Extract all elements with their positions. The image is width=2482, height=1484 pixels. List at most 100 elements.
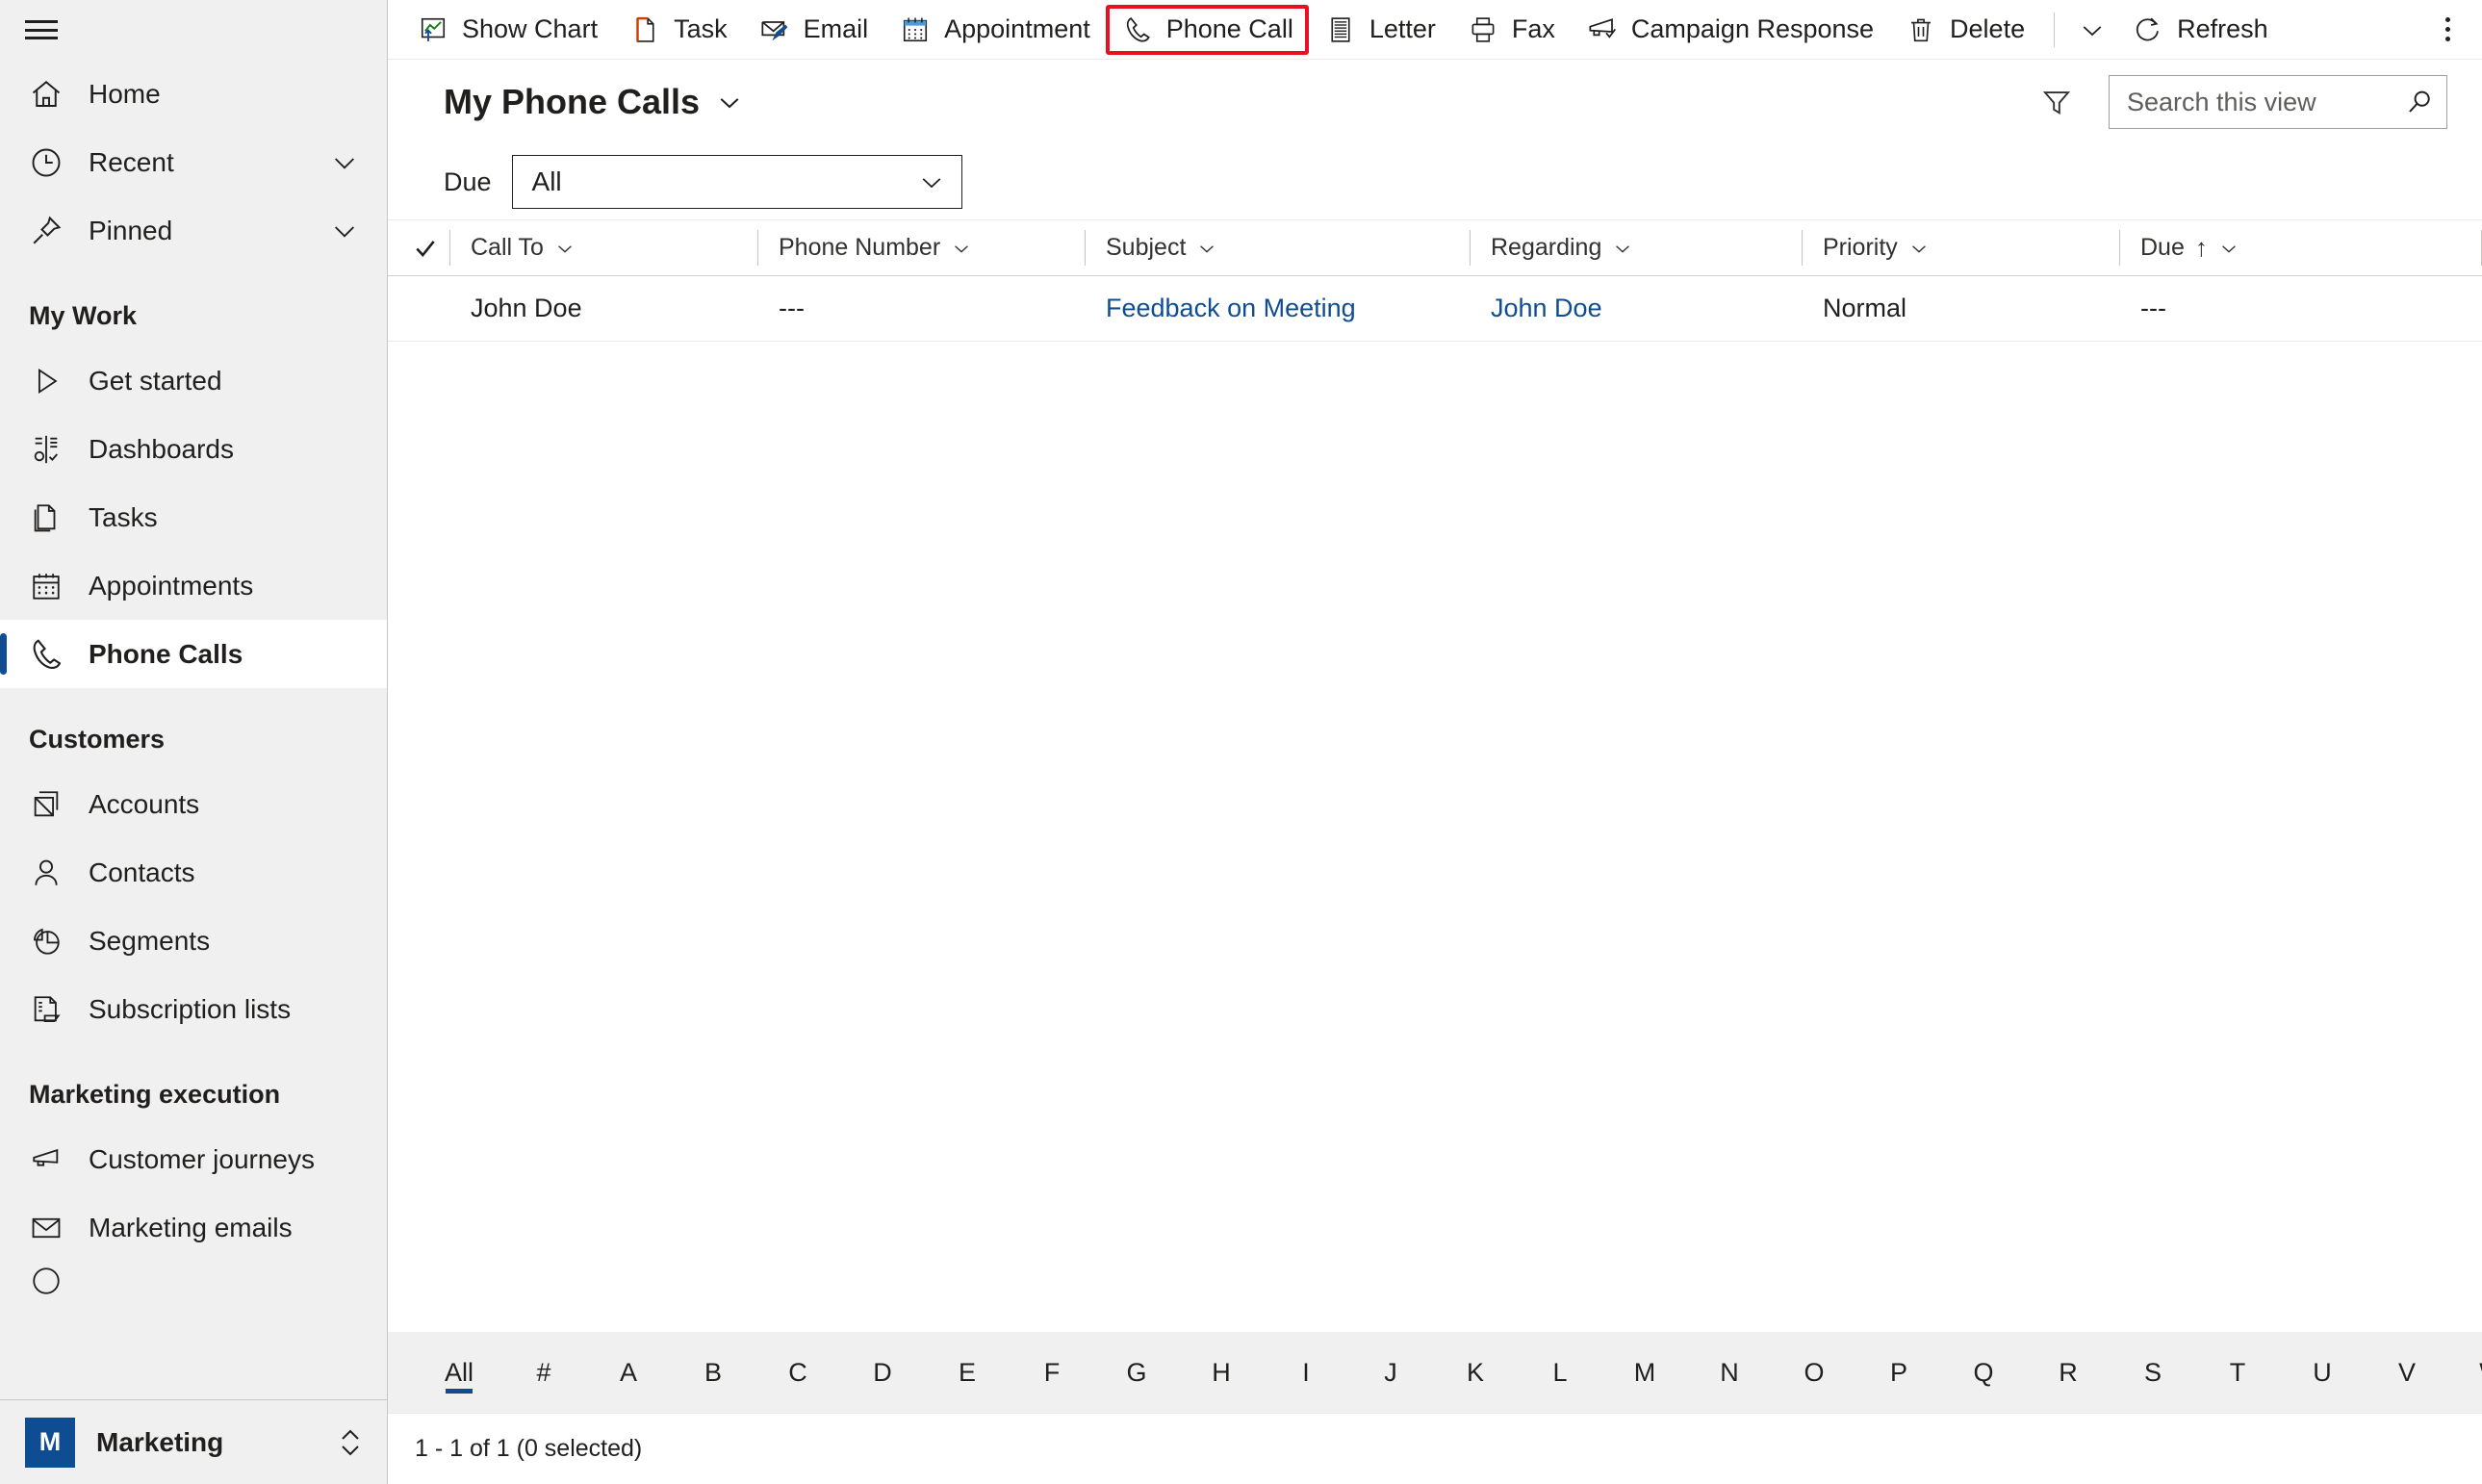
delete-button[interactable]: Delete — [1889, 5, 2040, 55]
sidebar-item-contacts[interactable]: Contacts — [0, 838, 387, 907]
campaign-response-button[interactable]: Campaign Response — [1571, 5, 1889, 55]
alpha-m[interactable]: M — [1602, 1332, 1687, 1413]
alpha-e[interactable]: E — [925, 1332, 1010, 1413]
search-box[interactable] — [2109, 75, 2447, 129]
column-header-priority[interactable]: Priority — [1802, 220, 2119, 275]
select-all-checkbox[interactable] — [388, 220, 449, 275]
alpha-g[interactable]: G — [1094, 1332, 1179, 1413]
sidebar-item-recent[interactable]: Recent — [0, 128, 387, 196]
column-header-subject[interactable]: Subject — [1085, 220, 1470, 275]
alpha-q[interactable]: Q — [1941, 1332, 2026, 1413]
alpha-u[interactable]: U — [2280, 1332, 2365, 1413]
alpha-o[interactable]: O — [1772, 1332, 1856, 1413]
command-label: Letter — [1369, 14, 1436, 43]
sidebar-item-customer-journeys[interactable]: Customer journeys — [0, 1125, 387, 1193]
alpha-h[interactable]: H — [1179, 1332, 1264, 1413]
chevron-down-icon[interactable] — [715, 88, 744, 116]
show-chart-button[interactable]: Show Chart — [401, 5, 613, 55]
alpha-label: U — [2313, 1357, 2332, 1387]
sidebar-item-home[interactable]: Home — [0, 60, 387, 128]
page-title: My Phone Calls — [444, 82, 701, 121]
chevron-down-icon[interactable] — [329, 216, 360, 246]
alpha-a[interactable]: A — [586, 1332, 671, 1413]
alpha-all[interactable]: All — [417, 1332, 501, 1413]
new-task-button[interactable]: Task — [613, 5, 743, 55]
alpha-d[interactable]: D — [840, 1332, 925, 1413]
sidebar-item-label: Segments — [89, 925, 211, 956]
new-fax-button[interactable]: Fax — [1451, 5, 1571, 55]
alpha-r[interactable]: R — [2026, 1332, 2111, 1413]
sidebar-item-appointments[interactable]: Appointments — [0, 551, 387, 620]
hamburger-icon[interactable] — [25, 17, 58, 42]
cell-due: --- — [2140, 294, 2166, 322]
sidebar-item-dashboards[interactable]: Dashboards — [0, 415, 387, 483]
column-header-phone-number[interactable]: Phone Number — [757, 220, 1085, 275]
table-row[interactable]: John Doe --- Feedback on Meeting John Do… — [388, 276, 2482, 342]
sidebar-item-segments[interactable]: Segments — [0, 907, 387, 975]
command-label: Fax — [1511, 14, 1555, 43]
alpha-v[interactable]: V — [2365, 1332, 2449, 1413]
column-header-label: Due — [2140, 234, 2185, 261]
command-label: Refresh — [2177, 14, 2268, 43]
sidebar-item-label: Get started — [89, 365, 222, 396]
search-input[interactable] — [2125, 86, 2396, 118]
command-bar: Show Chart Task Email Appointment Phone … — [388, 0, 2482, 60]
sidebar-item-accounts[interactable]: Accounts — [0, 770, 387, 838]
sidebar-item-label: Contacts — [89, 857, 195, 887]
alpha-p[interactable]: P — [1856, 1332, 1941, 1413]
command-label: Delete — [1950, 14, 2026, 43]
chevron-down-icon[interactable] — [329, 147, 360, 178]
due-filter-dropdown[interactable]: All — [511, 155, 962, 209]
more-commands-chevron-icon[interactable] — [2068, 5, 2116, 55]
cell-regarding[interactable]: John Doe — [1470, 276, 1802, 341]
alpha-l[interactable]: L — [1518, 1332, 1602, 1413]
alpha-s[interactable]: S — [2111, 1332, 2195, 1413]
sidebar-item-phone-calls[interactable]: Phone Calls — [0, 620, 387, 688]
new-letter-button[interactable]: Letter — [1309, 5, 1451, 55]
sidebar-item-label: Home — [89, 78, 161, 109]
sidebar-item-tasks[interactable]: Tasks — [0, 483, 387, 551]
column-header-regarding[interactable]: Regarding — [1470, 220, 1802, 275]
alpha-k[interactable]: K — [1433, 1332, 1518, 1413]
app-switcher[interactable]: M Marketing — [0, 1399, 387, 1484]
app-badge: M — [25, 1417, 75, 1468]
alpha-label: C — [788, 1357, 807, 1387]
alpha-t[interactable]: T — [2195, 1332, 2280, 1413]
alpha-c[interactable]: C — [755, 1332, 840, 1413]
column-header-call-to[interactable]: Call To — [449, 220, 757, 275]
new-email-button[interactable]: Email — [743, 5, 884, 55]
funnel-icon[interactable] — [2030, 75, 2084, 129]
sidebar-item-get-started[interactable]: Get started — [0, 346, 387, 415]
alpha-hash[interactable]: # — [501, 1332, 586, 1413]
cell-call-to: John Doe — [471, 294, 582, 322]
search-icon[interactable] — [2404, 87, 2435, 117]
sidebar-item-label: Tasks — [89, 501, 158, 532]
view-selector[interactable]: My Phone Calls — [444, 82, 744, 122]
alpha-i[interactable]: I — [1264, 1332, 1348, 1413]
due-filter-row: Due All — [388, 144, 2482, 219]
new-appointment-button[interactable]: Appointment — [883, 5, 1106, 55]
new-phone-call-button[interactable]: Phone Call — [1105, 4, 1309, 55]
command-label: Campaign Response — [1630, 14, 1875, 43]
sidebar-item-label: Appointments — [89, 570, 254, 601]
alpha-f[interactable]: F — [1010, 1332, 1094, 1413]
refresh-button[interactable]: Refresh — [2116, 5, 2284, 55]
chevron-down-icon[interactable] — [917, 167, 946, 196]
sidebar-item-marketing-emails[interactable]: Marketing emails — [0, 1193, 387, 1262]
due-filter-label: Due — [444, 166, 492, 196]
sidebar-item-subscription-lists[interactable]: Subscription lists — [0, 975, 387, 1043]
overflow-menu-icon[interactable] — [2426, 5, 2469, 55]
alpha-n[interactable]: N — [1687, 1332, 1772, 1413]
alpha-j[interactable]: J — [1348, 1332, 1433, 1413]
record-count-status: 1 - 1 of 1 (0 selected) — [415, 1435, 643, 1462]
sidebar-item-pinned[interactable]: Pinned — [0, 196, 387, 265]
cell-subject[interactable]: Feedback on Meeting — [1085, 276, 1470, 341]
chevron-down-icon — [1616, 244, 1630, 253]
sidebar-item-label: Customer journeys — [89, 1143, 315, 1174]
column-header-due[interactable]: Due ↑ — [2119, 220, 2482, 275]
alpha-b[interactable]: B — [671, 1332, 755, 1413]
row-checkbox[interactable] — [388, 276, 449, 341]
sidebar-item-partial[interactable] — [0, 1262, 387, 1300]
alpha-w[interactable]: W — [2449, 1332, 2482, 1413]
app-switcher-chevron-icon[interactable] — [335, 1423, 366, 1462]
